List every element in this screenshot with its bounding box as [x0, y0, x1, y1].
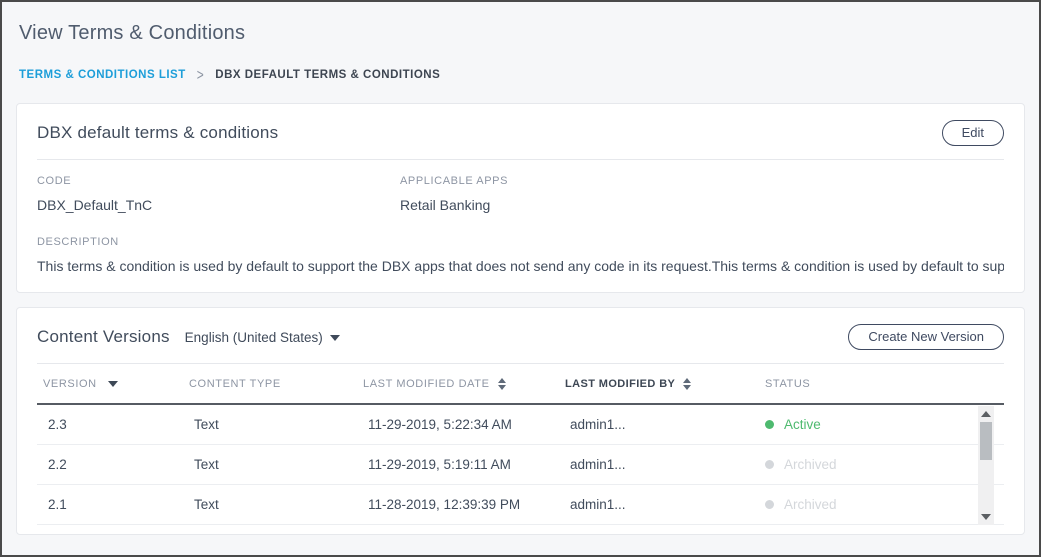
description-label: DESCRIPTION — [37, 236, 1004, 248]
edit-button[interactable]: Edit — [942, 120, 1004, 146]
table-row[interactable]: 2.2 Text 11-29-2019, 5:19:11 AM admin1..… — [37, 445, 1004, 485]
breadcrumb-current: DBX DEFAULT TERMS & CONDITIONS — [215, 69, 440, 81]
cell-content-type: Text — [183, 457, 357, 472]
status-badge: Archived — [759, 497, 1004, 512]
scroll-down-icon[interactable] — [981, 514, 991, 520]
cell-content-type: Text — [183, 417, 357, 432]
table-scrollbar[interactable] — [978, 406, 994, 525]
cell-version: 2.2 — [37, 457, 183, 472]
chevron-down-icon — [330, 335, 340, 341]
status-dot-icon — [765, 420, 774, 429]
column-header-status[interactable]: STATUS — [759, 378, 1004, 390]
cell-last-modified-by: admin1... — [559, 497, 759, 512]
column-header-version[interactable]: VERSION — [37, 378, 183, 390]
cell-content-type: Text — [183, 497, 357, 512]
view-terms-and-conditions-page: View Terms & Conditions TERMS & CONDITIO… — [0, 0, 1041, 557]
column-header-content-type[interactable]: CONTENT TYPE — [183, 378, 357, 390]
column-header-last-modified-date[interactable]: LAST MODIFIED DATE — [357, 378, 559, 390]
create-new-version-button[interactable]: Create New Version — [848, 324, 1004, 350]
cell-last-modified-date: 11-29-2019, 5:19:11 AM — [357, 457, 559, 472]
table-row[interactable]: 2.1 Text 11-28-2019, 12:39:39 PM admin1.… — [37, 485, 1004, 525]
details-card: DBX default terms & conditions Edit CODE… — [16, 103, 1025, 293]
details-fields-row: CODE DBX_Default_TnC APPLICABLE APPS Ret… — [37, 175, 1004, 213]
sort-updown-icon — [683, 378, 691, 390]
sort-updown-icon — [498, 378, 506, 390]
cell-version: 2.3 — [37, 417, 183, 432]
code-field: CODE DBX_Default_TnC — [37, 175, 400, 213]
table-body: 2.3 Text 11-29-2019, 5:22:34 AM admin1..… — [37, 405, 1004, 525]
applicable-apps-value: Retail Banking — [400, 197, 508, 213]
code-value: DBX_Default_TnC — [37, 197, 400, 213]
cell-last-modified-date: 11-29-2019, 5:22:34 AM — [357, 417, 559, 432]
cell-last-modified-date: 11-28-2019, 12:39:39 PM — [357, 497, 559, 512]
content-versions-card: Content Versions English (United States)… — [16, 307, 1025, 535]
table-header-row: VERSION CONTENT TYPE LAST MODIFIED DATE … — [37, 364, 1004, 405]
table-row[interactable]: 2.3 Text 11-29-2019, 5:22:34 AM admin1..… — [37, 405, 1004, 445]
column-header-last-modified-by[interactable]: LAST MODIFIED BY — [559, 378, 759, 390]
details-card-header: DBX default terms & conditions Edit — [37, 120, 1004, 146]
breadcrumb-link-terms-conditions-list[interactable]: TERMS & CONDITIONS LIST — [19, 69, 186, 81]
status-badge: Archived — [759, 457, 1004, 472]
code-label: CODE — [37, 175, 400, 187]
locale-dropdown-value: English (United States) — [185, 330, 323, 345]
scroll-up-icon[interactable] — [981, 411, 991, 417]
applicable-apps-label: APPLICABLE APPS — [400, 175, 508, 187]
status-badge: Active — [759, 417, 1004, 432]
sort-descending-icon — [108, 381, 118, 387]
scrollbar-thumb[interactable] — [980, 422, 992, 460]
description-value: This terms & condition is used by defaul… — [37, 258, 1004, 274]
content-versions-table: VERSION CONTENT TYPE LAST MODIFIED DATE … — [37, 364, 1004, 525]
breadcrumb: TERMS & CONDITIONS LIST > DBX DEFAULT TE… — [19, 68, 1025, 82]
applicable-apps-field: APPLICABLE APPS Retail Banking — [400, 175, 508, 213]
content-versions-title: Content Versions — [37, 327, 170, 347]
chevron-right-icon: > — [197, 66, 205, 84]
cell-last-modified-by: admin1... — [559, 417, 759, 432]
status-dot-icon — [765, 460, 774, 469]
locale-dropdown[interactable]: English (United States) — [185, 330, 340, 345]
content-versions-header: Content Versions English (United States)… — [37, 324, 1004, 350]
details-card-divider — [37, 159, 1004, 160]
status-dot-icon — [765, 500, 774, 509]
description-field: DESCRIPTION This terms & condition is us… — [37, 236, 1004, 274]
details-card-title: DBX default terms & conditions — [37, 123, 278, 143]
cell-version: 2.1 — [37, 497, 183, 512]
cell-last-modified-by: admin1... — [559, 457, 759, 472]
page-title: View Terms & Conditions — [19, 22, 1025, 45]
